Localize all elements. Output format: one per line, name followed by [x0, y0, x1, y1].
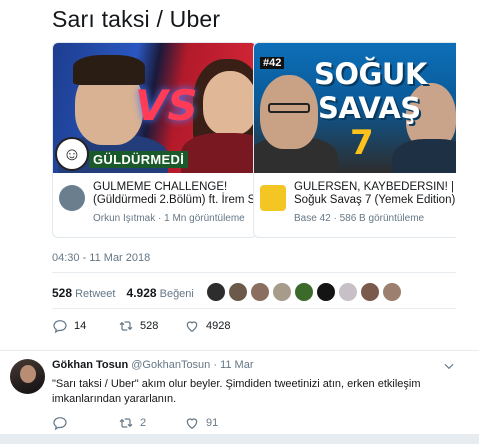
video-meta: Orkun Işıtmak · 1 Mn görüntüleme: [93, 213, 253, 224]
channel-name[interactable]: Orkun Işıtmak: [93, 213, 155, 224]
channel-avatar[interactable]: [260, 185, 286, 211]
likes-count[interactable]: 4.928: [127, 286, 157, 300]
video-card-body[interactable]: GÜLMEME CHALLENGE! (Güldürmedi 2.Bölüm) …: [53, 173, 256, 237]
avatar[interactable]: [10, 359, 45, 394]
retweet-action[interactable]: 528: [118, 318, 158, 334]
video-card-1[interactable]: VS ☺ GÜLDÜRMEDİ GÜLMEME CHALLENGE! (Güld…: [52, 42, 257, 238]
thumbnail-number: 7: [350, 123, 374, 163]
thumbnail-person-head: [203, 71, 256, 135]
video-title-line: (Güldürmedi 2.Bölüm) ft. İrem S: [93, 194, 255, 206]
thumbnail-title-line: SOĞUK: [314, 57, 427, 91]
liker-avatar[interactable]: [250, 282, 270, 302]
liker-avatar[interactable]: [272, 282, 292, 302]
reply-icon: [53, 320, 67, 334]
divider: [52, 272, 456, 273]
reply-header: Gökhan Tosun @GokhanTosun · 11 Mar: [52, 359, 254, 371]
video-title-line: Soğuk Savaş 7 (Yemek Edition) ...: [294, 194, 456, 206]
episode-badge: #42: [260, 57, 285, 69]
like-action[interactable]: 4928: [184, 318, 230, 334]
reply-text-line: imkanlarından yararlanın.: [52, 393, 177, 405]
reply-count: 14: [74, 320, 87, 332]
liker-avatar[interactable]: [360, 282, 380, 302]
thumbnail-brand-text: GÜLDÜRMEDİ: [89, 151, 189, 168]
channel-name[interactable]: Base 42: [294, 213, 331, 224]
video-title-line: GÜLERSEN, KAYBEDERSİN! |: [294, 181, 454, 193]
timeline-divider: [0, 434, 479, 444]
like-action[interactable]: 91: [184, 415, 218, 431]
channel-avatar[interactable]: [59, 185, 85, 211]
video-cards: VS ☺ GÜLDÜRMEDİ GÜLMEME CHALLENGE! (Güld…: [52, 42, 456, 238]
reply-date[interactable]: · 11 Mar: [213, 359, 253, 371]
video-card-body[interactable]: GÜLERSEN, KAYBEDERSİN! | Soğuk Savaş 7 (…: [254, 173, 456, 237]
video-title-line: GÜLMEME CHALLENGE!: [93, 181, 228, 193]
video-title[interactable]: GÜLERSEN, KAYBEDERSİN! | Soğuk Savaş 7 (…: [294, 181, 456, 207]
retweet-count: 528: [140, 320, 159, 332]
liker-avatar[interactable]: [228, 282, 248, 302]
reply-action[interactable]: 14: [52, 318, 86, 334]
view-count: 1 Mn görüntüleme: [164, 213, 245, 224]
tweet-text: Sarı taksi / Uber: [52, 6, 221, 32]
reply-tweet[interactable]: Gökhan Tosun @GokhanTosun · 11 Mar "Sarı…: [0, 350, 479, 444]
retweets-label[interactable]: Retweet: [75, 288, 115, 300]
like-count: 91: [206, 417, 219, 429]
reply-action[interactable]: [52, 415, 74, 431]
liker-avatar[interactable]: [338, 282, 358, 302]
main-tweet: Sarı taksi / Uber VS ☺ GÜLDÜRMEDİ GÜLMEM…: [0, 0, 479, 350]
retweet-action[interactable]: 2: [118, 415, 146, 431]
tweet-timestamp[interactable]: 04:30 - 11 Mar 2018: [52, 252, 150, 264]
heart-icon: [186, 321, 198, 333]
video-card-2[interactable]: #42 SOĞUK SAVAŞ 7 GÜLERSEN, KAYBEDERSİN!…: [253, 42, 456, 238]
thumbnail-person: [392, 139, 456, 173]
retweet-icon: [119, 321, 133, 331]
video-thumbnail-2[interactable]: #42 SOĞUK SAVAŞ 7: [254, 43, 456, 173]
like-count: 4928: [206, 320, 231, 332]
retweet-count: 2: [140, 417, 147, 429]
author-handle[interactable]: @GokhanTosun: [131, 359, 210, 371]
liker-avatar[interactable]: [206, 282, 226, 302]
tweet-stats: 528 Retweet 4.928 Beğeni: [52, 286, 202, 300]
reply-text: "Sarı taksi / Uber" akım olur beyler. Şi…: [52, 377, 452, 407]
view-count: 586 B görüntüleme: [339, 213, 425, 224]
reply-icon: [53, 417, 67, 431]
author-name[interactable]: Gökhan Tosun: [52, 359, 128, 371]
heart-icon: [186, 418, 198, 430]
video-meta: Base 42 · 586 B görüntüleme: [294, 213, 454, 224]
liker-avatar[interactable]: [294, 282, 314, 302]
video-title[interactable]: GÜLMEME CHALLENGE! (Güldürmedi 2.Bölüm) …: [93, 181, 255, 207]
likes-label[interactable]: Beğeni: [160, 288, 194, 300]
reply-text-line: "Sarı taksi / Uber" akım olur beyler. Şi…: [52, 378, 421, 390]
video-thumbnail-1[interactable]: VS ☺ GÜLDÜRMEDİ: [53, 43, 256, 173]
chevron-down-icon[interactable]: [442, 359, 456, 373]
ghost-logo-icon: ☺: [55, 137, 89, 171]
liker-avatar[interactable]: [316, 282, 336, 302]
glasses-shape: [268, 103, 310, 113]
thumbnail-title-line: SAVAŞ: [318, 91, 421, 125]
retweet-icon: [119, 418, 133, 428]
thumbnail-person: [181, 133, 256, 173]
liker-avatar[interactable]: [382, 282, 402, 302]
divider: [52, 308, 456, 309]
retweets-count[interactable]: 528: [52, 286, 72, 300]
thumbnail-vs-text: VS: [135, 81, 198, 130]
